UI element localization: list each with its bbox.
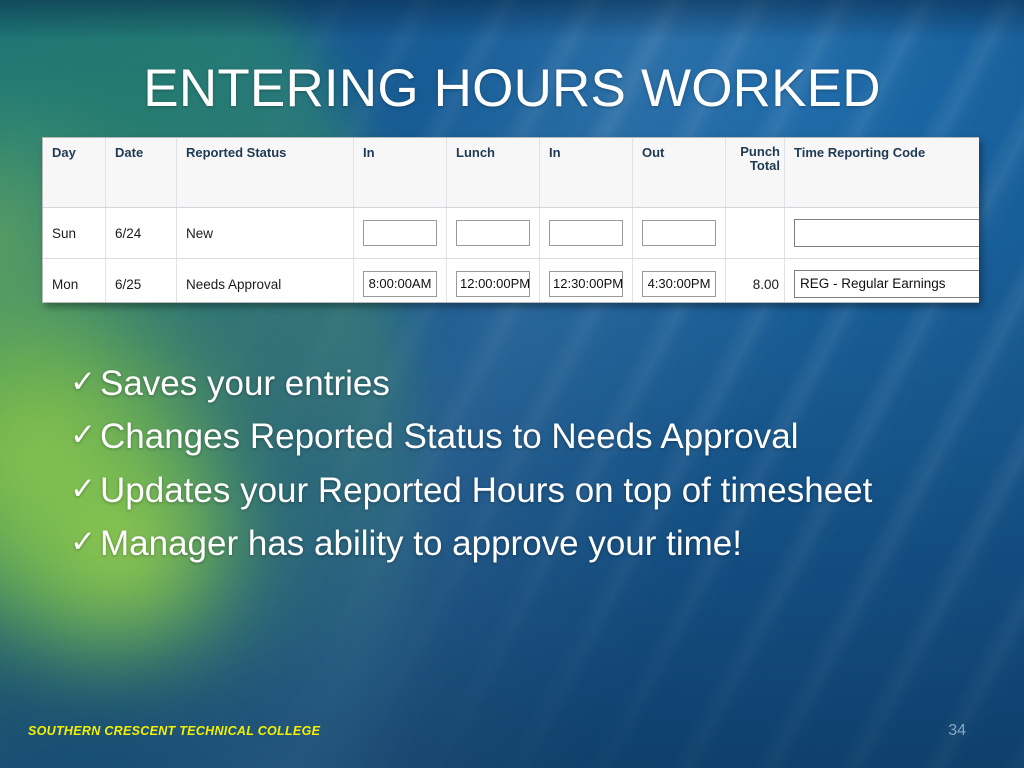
column-header-day: Day	[43, 138, 106, 208]
table-row: Mon 6/25 Needs Approval 8:00:00AM 12:00:…	[43, 258, 979, 302]
cell-lunch: 12:00:00PM	[446, 258, 540, 302]
column-header-lunch: Lunch	[446, 138, 540, 208]
cell-day: Sun	[43, 207, 106, 259]
lunch-input[interactable]: 12:00:00PM	[456, 271, 530, 297]
table-row: Sun 6/24 New ⌄	[43, 207, 979, 259]
list-item: ✓ Manager has ability to approve your ti…	[70, 523, 950, 564]
list-item-label: Updates your Reported Hours on top of ti…	[100, 470, 873, 510]
slide-number: 34	[948, 722, 966, 739]
cell-time-reporting-code: ⌄	[784, 207, 979, 259]
list-item-label: Saves your entries	[100, 364, 390, 403]
cell-lunch	[446, 207, 540, 259]
list-item: ✓ Changes Reported Status to Needs Appro…	[70, 416, 950, 457]
time-reporting-code-value: REG - Regular Earnings	[800, 276, 946, 291]
column-header-punch-total: Punch Total	[725, 138, 785, 208]
in-1-input[interactable]	[363, 220, 437, 246]
cell-time-reporting-code: REG - Regular Earnings⌄	[784, 258, 979, 302]
time-reporting-code-dropdown[interactable]: REG - Regular Earnings⌄	[794, 270, 979, 298]
timesheet-screenshot: Day Date Reported Status In Lunch In Out…	[42, 137, 979, 303]
list-item: ✓ Saves your entries	[70, 363, 950, 404]
out-input[interactable]	[642, 220, 716, 246]
time-reporting-code-dropdown[interactable]: ⌄	[794, 219, 979, 247]
column-header-reported-status: Reported Status	[176, 138, 354, 208]
slide: ENTERING HOURS WORKED Day Date Reported …	[0, 0, 1024, 768]
cell-reported-status: Needs Approval	[176, 258, 354, 302]
list-item: ✓ Updates your Reported Hours on top of …	[70, 470, 950, 511]
punch-total-line-2: Total	[749, 157, 780, 173]
timesheet-header: Day Date Reported Status In Lunch In Out…	[43, 138, 979, 208]
out-input[interactable]: 4:30:00PM	[642, 271, 716, 297]
page-title: ENTERING HOURS WORKED	[143, 59, 881, 118]
timesheet-table: Day Date Reported Status In Lunch In Out…	[43, 138, 979, 302]
checkmark-icon: ✓	[70, 523, 96, 559]
cell-in-2: 12:30:00PM	[539, 258, 633, 302]
column-header-in-1: In	[353, 138, 447, 208]
column-header-date: Date	[105, 138, 177, 208]
column-header-time-reporting-code: Time Reporting Code	[784, 138, 979, 208]
cell-day: Mon	[43, 258, 106, 302]
background-top-shade	[0, 0, 1024, 40]
footer-organization: SOUTHERN CRESCENT TECHNICAL COLLEGE	[28, 724, 321, 738]
table-header-row: Day Date Reported Status In Lunch In Out…	[43, 138, 979, 208]
in-1-input[interactable]: 8:00:00AM	[363, 271, 437, 297]
cell-date: 6/25	[105, 258, 177, 302]
checkmark-icon: ✓	[70, 364, 96, 399]
cell-out: 4:30:00PM	[632, 258, 726, 302]
column-header-out: Out	[632, 138, 726, 208]
cell-in-1: 8:00:00AM	[353, 258, 447, 302]
lunch-input[interactable]	[456, 220, 530, 246]
cell-out	[632, 207, 726, 259]
cell-in-1	[353, 207, 447, 259]
cell-punch-total	[725, 207, 785, 259]
checkmark-icon: ✓	[70, 417, 96, 453]
cell-in-2	[539, 207, 633, 259]
cell-reported-status: New	[176, 207, 354, 259]
in-2-input[interactable]: 12:30:00PM	[549, 271, 623, 297]
cell-date: 6/24	[105, 207, 177, 259]
list-item-label: Changes Reported Status to Needs Approva…	[100, 417, 799, 457]
checkmark-icon: ✓	[70, 470, 96, 506]
column-header-in-2: In	[539, 138, 633, 208]
cell-punch-total: 8.00	[725, 258, 785, 302]
list-item-label: Manager has ability to approve your time…	[100, 523, 742, 563]
timesheet-body: Sun 6/24 New ⌄ Mon 6/25 Needs A	[43, 207, 979, 302]
in-2-input[interactable]	[549, 220, 623, 246]
bullet-list: ✓ Saves your entries ✓ Changes Reported …	[70, 363, 950, 576]
